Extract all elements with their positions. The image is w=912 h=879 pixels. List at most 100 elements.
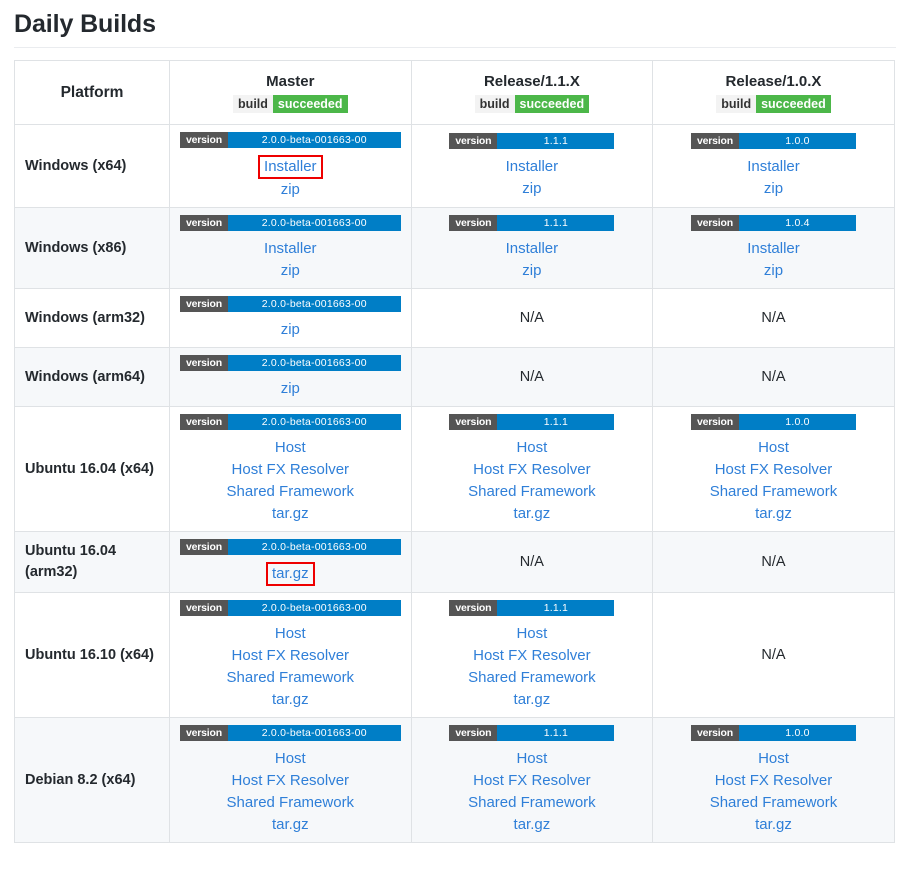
- build-status-badge-release-11x[interactable]: build succeeded: [474, 95, 590, 114]
- build-cell-ubuntu-16-04-x64-rel10: version 1.0.0 Host Host FX Resolver Shared F…: [652, 406, 895, 532]
- download-link-host[interactable]: Host: [758, 748, 789, 770]
- build-status-badge-master[interactable]: build succeeded: [233, 95, 348, 114]
- download-link-installer[interactable]: Installer: [264, 238, 317, 260]
- download-link-installer[interactable]: Installer: [264, 157, 317, 177]
- version-badge-value: 1.0.4: [738, 215, 856, 231]
- download-link-row: Shared Framework: [180, 667, 401, 689]
- download-link-row: Host: [180, 437, 401, 459]
- download-link-zip[interactable]: zip: [522, 178, 541, 200]
- download-link-shared-framework[interactable]: Shared Framework: [227, 481, 355, 503]
- download-link-shared-framework[interactable]: Shared Framework: [710, 792, 838, 814]
- download-link-installer[interactable]: Installer: [506, 156, 559, 178]
- download-link-shared-framework[interactable]: Shared Framework: [468, 667, 596, 689]
- download-link-zip[interactable]: zip: [764, 178, 783, 200]
- version-badge[interactable]: version 2.0.0-beta-001663-00: [180, 215, 401, 231]
- download-link-host[interactable]: Host: [275, 437, 306, 459]
- download-link-host[interactable]: Host: [758, 437, 789, 459]
- download-link-row: Host FX Resolver: [180, 770, 401, 792]
- version-badge[interactable]: version 2.0.0-beta-001663-00: [180, 725, 401, 741]
- download-link-host-fx-resolver[interactable]: Host FX Resolver: [473, 459, 591, 481]
- download-link-installer[interactable]: Installer: [506, 238, 559, 260]
- version-badge[interactable]: version 1.1.1: [449, 725, 615, 741]
- download-link-zip[interactable]: zip: [522, 260, 541, 282]
- download-link-zip[interactable]: zip: [281, 378, 300, 400]
- download-link-row: Installer: [663, 238, 884, 260]
- download-link-installer[interactable]: Installer: [747, 156, 800, 178]
- download-link-tar-gz[interactable]: tar.gz: [514, 814, 551, 836]
- build-cell-debian-8-2-x64-rel10: version 1.0.0 Host Host FX Resolver Shared F…: [652, 717, 895, 843]
- download-link-shared-framework[interactable]: Shared Framework: [468, 792, 596, 814]
- version-badge-value: 1.1.1: [497, 414, 615, 430]
- download-link-tar-gz[interactable]: tar.gz: [272, 564, 309, 584]
- version-badge-label: version: [449, 215, 498, 231]
- download-link-zip[interactable]: zip: [281, 260, 300, 282]
- version-badge[interactable]: version 1.1.1: [449, 600, 615, 616]
- download-link-zip[interactable]: zip: [281, 319, 300, 341]
- download-link-host[interactable]: Host: [275, 623, 306, 645]
- version-badge[interactable]: version 2.0.0-beta-001663-00: [180, 600, 401, 616]
- version-badge-value: 2.0.0-beta-001663-00: [227, 215, 401, 231]
- version-badge[interactable]: version 2.0.0-beta-001663-00: [180, 355, 401, 371]
- version-badge[interactable]: version 1.0.4: [690, 215, 856, 231]
- build-status-badge-release-10x[interactable]: build succeeded: [716, 95, 831, 114]
- version-badge[interactable]: version 1.1.1: [449, 215, 615, 231]
- download-link-installer[interactable]: Installer: [747, 238, 800, 260]
- download-link-shared-framework[interactable]: Shared Framework: [227, 667, 355, 689]
- version-badge[interactable]: version 2.0.0-beta-001663-00: [180, 296, 401, 312]
- version-badge[interactable]: version 2.0.0-beta-001663-00: [180, 539, 401, 555]
- download-link-row: Host FX Resolver: [663, 770, 884, 792]
- version-badge[interactable]: version 1.1.1: [449, 133, 615, 149]
- version-badge[interactable]: version 1.1.1: [449, 414, 615, 430]
- download-link-tar-gz[interactable]: tar.gz: [514, 503, 551, 525]
- version-badge-value: 2.0.0-beta-001663-00: [227, 600, 401, 616]
- download-link-host-fx-resolver[interactable]: Host FX Resolver: [232, 770, 350, 792]
- build-badge-status: succeeded: [756, 95, 831, 114]
- download-link-shared-framework[interactable]: Shared Framework: [710, 481, 838, 503]
- download-link-shared-framework[interactable]: Shared Framework: [227, 792, 355, 814]
- selection-highlight-box: tar.gz: [265, 562, 315, 586]
- download-link-row: Host: [180, 748, 401, 770]
- build-cell-ubuntu-16-10-x64-rel11: version 1.1.1 Host Host FX Resolver Shared F…: [410, 592, 654, 718]
- daily-builds-table-wrapper: Platform Master build succeeded Release/1…: [14, 60, 895, 843]
- download-link-row: tar.gz: [180, 689, 401, 711]
- version-badge-label: version: [180, 132, 228, 148]
- version-badge[interactable]: version 1.0.0: [690, 133, 856, 149]
- version-badge-label: version: [180, 296, 228, 312]
- not-available-label: N/A: [519, 369, 544, 385]
- download-link-tar-gz[interactable]: tar.gz: [755, 814, 792, 836]
- download-link-zip[interactable]: zip: [764, 260, 783, 282]
- download-link-row: Host: [422, 437, 643, 459]
- table-header-row: Platform Master build succeeded Release/1…: [14, 60, 895, 125]
- download-link-host-fx-resolver[interactable]: Host FX Resolver: [232, 459, 350, 481]
- build-cell-windows-x86-master: version 2.0.0-beta-001663-00 Installer zip: [169, 207, 412, 289]
- column-header-master: Master build succeeded: [169, 60, 412, 125]
- daily-builds-table: Platform Master build succeeded Release/1…: [14, 60, 895, 843]
- not-available-label: N/A: [761, 310, 786, 326]
- download-link-row: Host: [422, 748, 643, 770]
- download-link-tar-gz[interactable]: tar.gz: [272, 814, 309, 836]
- download-link-host[interactable]: Host: [516, 437, 547, 459]
- version-badge[interactable]: version 1.0.0: [690, 725, 856, 741]
- download-link-host[interactable]: Host: [516, 623, 547, 645]
- download-link-tar-gz[interactable]: tar.gz: [514, 689, 551, 711]
- download-link-host-fx-resolver[interactable]: Host FX Resolver: [715, 459, 833, 481]
- version-badge[interactable]: version 2.0.0-beta-001663-00: [180, 414, 401, 430]
- download-link-row: tar.gz: [180, 814, 401, 836]
- table-row: Ubuntu 16.10 (x64) version 2.0.0-beta-0016…: [14, 592, 895, 718]
- download-link-shared-framework[interactable]: Shared Framework: [468, 481, 596, 503]
- version-badge-label: version: [449, 414, 498, 430]
- build-badge-status: succeeded: [514, 95, 590, 114]
- version-badge[interactable]: version 2.0.0-beta-001663-00: [180, 132, 401, 148]
- download-link-host-fx-resolver[interactable]: Host FX Resolver: [473, 770, 591, 792]
- download-link-tar-gz[interactable]: tar.gz: [272, 689, 309, 711]
- download-link-tar-gz[interactable]: tar.gz: [272, 503, 309, 525]
- download-link-host-fx-resolver[interactable]: Host FX Resolver: [232, 645, 350, 667]
- download-link-tar-gz[interactable]: tar.gz: [755, 503, 792, 525]
- download-link-zip[interactable]: zip: [281, 179, 300, 201]
- download-link-host[interactable]: Host: [275, 748, 306, 770]
- version-badge-label: version: [180, 414, 228, 430]
- download-link-host[interactable]: Host: [516, 748, 547, 770]
- version-badge[interactable]: version 1.0.0: [690, 414, 856, 430]
- download-link-host-fx-resolver[interactable]: Host FX Resolver: [473, 645, 591, 667]
- download-link-host-fx-resolver[interactable]: Host FX Resolver: [715, 770, 833, 792]
